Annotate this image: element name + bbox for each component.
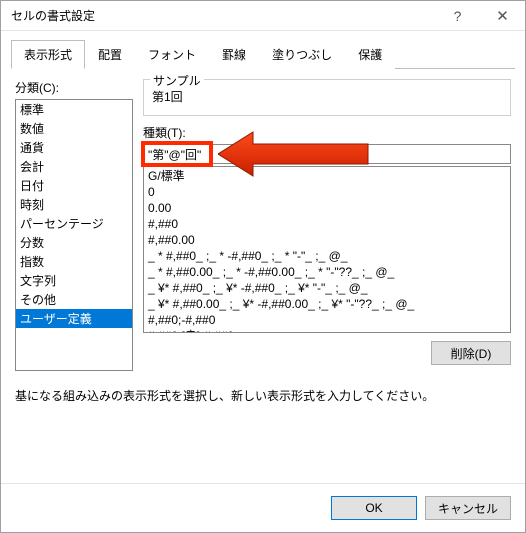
dialog-title: セルの書式設定 xyxy=(11,7,435,24)
category-label: 分類(C): xyxy=(15,79,133,96)
format-item[interactable]: #,##0;-#,##0 xyxy=(144,312,510,328)
format-item[interactable]: #,##0 xyxy=(144,216,510,232)
tab-font[interactable]: フォント xyxy=(135,40,209,69)
sample-value: 第1回 xyxy=(152,86,502,105)
category-item-user-defined[interactable]: ユーザー定義 xyxy=(16,309,132,328)
format-item[interactable]: #,##0;[赤]-#,##0 xyxy=(144,328,510,333)
type-label: 種類(T): xyxy=(143,124,511,141)
tab-border[interactable]: 罫線 xyxy=(209,40,259,69)
dialog-footer: OK キャンセル xyxy=(1,483,525,532)
format-item[interactable]: _ ¥* #,##0_ ;_ ¥* -#,##0_ ;_ ¥* "-"_ ;_ … xyxy=(144,280,510,296)
format-item[interactable]: _ * #,##0.00_ ;_ * -#,##0.00_ ;_ * "-"??… xyxy=(144,264,510,280)
tab-alignment[interactable]: 配置 xyxy=(85,40,135,69)
tab-protection[interactable]: 保護 xyxy=(345,40,395,69)
category-item[interactable]: 通貨 xyxy=(16,138,132,157)
category-item[interactable]: 分数 xyxy=(16,233,132,252)
format-item[interactable]: _ ¥* #,##0.00_ ;_ ¥* -#,##0.00_ ;_ ¥* "-… xyxy=(144,296,510,312)
category-column: 分類(C): 標準 数値 通貨 会計 日付 時刻 パーセンテージ 分数 指数 文… xyxy=(15,79,133,371)
format-listbox[interactable]: G/標準 0 0.00 #,##0 #,##0.00 _ * #,##0_ ;_… xyxy=(143,166,511,333)
category-item[interactable]: 会計 xyxy=(16,157,132,176)
category-item[interactable]: その他 xyxy=(16,290,132,309)
hint-text: 基になる組み込みの表示形式を選択し、新しい表示形式を入力してください。 xyxy=(15,387,511,404)
category-item[interactable]: 数値 xyxy=(16,119,132,138)
help-button[interactable]: ? xyxy=(435,1,480,30)
tab-fill[interactable]: 塗りつぶし xyxy=(259,40,345,69)
tab-strip: 表示形式 配置 フォント 罫線 塗りつぶし 保護 xyxy=(1,31,525,68)
ok-button[interactable]: OK xyxy=(331,496,417,520)
sample-box: サンプル 第1回 xyxy=(143,79,511,116)
format-item[interactable]: #,##0.00 xyxy=(144,232,510,248)
category-item[interactable]: 標準 xyxy=(16,100,132,119)
format-item[interactable]: G/標準 xyxy=(144,168,510,184)
format-item[interactable]: 0 xyxy=(144,184,510,200)
category-item[interactable]: 日付 xyxy=(16,176,132,195)
format-item[interactable]: _ * #,##0_ ;_ * -#,##0_ ;_ * "-"_ ;_ @_ xyxy=(144,248,510,264)
cancel-button[interactable]: キャンセル xyxy=(425,496,511,520)
category-item[interactable]: 文字列 xyxy=(16,271,132,290)
close-button[interactable]: ✕ xyxy=(480,1,525,30)
type-input[interactable] xyxy=(143,144,511,164)
sample-label: サンプル xyxy=(150,72,204,89)
category-item[interactable]: 時刻 xyxy=(16,195,132,214)
category-item[interactable]: パーセンテージ xyxy=(16,214,132,233)
format-cells-dialog: セルの書式設定 ? ✕ 表示形式 配置 フォント 罫線 塗りつぶし 保護 分類(… xyxy=(0,0,526,533)
tab-content: 分類(C): 標準 数値 通貨 会計 日付 時刻 パーセンテージ 分数 指数 文… xyxy=(1,69,525,483)
category-listbox[interactable]: 標準 数値 通貨 会計 日付 時刻 パーセンテージ 分数 指数 文字列 その他 … xyxy=(15,99,133,371)
titlebar: セルの書式設定 ? ✕ xyxy=(1,1,525,31)
category-item[interactable]: 指数 xyxy=(16,252,132,271)
details-column: サンプル 第1回 種類(T): xyxy=(143,79,511,371)
format-item[interactable]: 0.00 xyxy=(144,200,510,216)
tab-number-format[interactable]: 表示形式 xyxy=(11,40,85,69)
delete-button[interactable]: 削除(D) xyxy=(431,341,511,365)
